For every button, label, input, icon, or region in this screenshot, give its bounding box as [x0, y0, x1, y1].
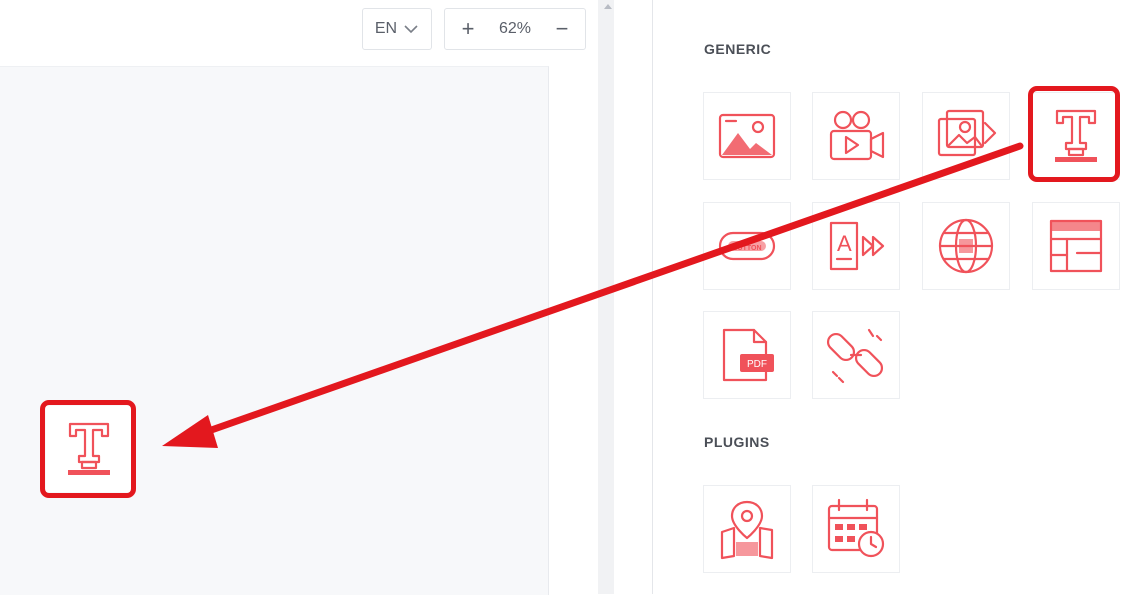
- editor-canvas[interactable]: [0, 66, 549, 595]
- zoom-out-button[interactable]: −: [549, 16, 575, 42]
- text-icon: [1055, 109, 1097, 162]
- generic-section-title: GENERIC: [704, 41, 772, 57]
- pdf-icon-label: PDF: [747, 359, 767, 370]
- language-selector[interactable]: EN: [362, 8, 432, 50]
- slideshow-icon: [937, 109, 997, 157]
- zoom-in-button[interactable]: +: [455, 16, 481, 42]
- text-widget[interactable]: [1032, 92, 1120, 180]
- video-widget[interactable]: [812, 92, 900, 180]
- zoom-level: 62%: [498, 20, 532, 37]
- audio-text-widget[interactable]: A: [812, 202, 900, 290]
- pdf-widget[interactable]: PDF: [703, 311, 791, 399]
- image-icon: [718, 113, 776, 159]
- calendar-plugin-widget[interactable]: [812, 485, 900, 573]
- map-pin-icon: [720, 500, 774, 560]
- dragged-text-widget[interactable]: [46, 406, 132, 492]
- scroll-up-arrow-icon[interactable]: [604, 4, 612, 9]
- website-widget[interactable]: [922, 202, 1010, 290]
- editor-area: EN + 62% −: [0, 0, 652, 595]
- zoom-control: + 62% −: [444, 8, 586, 50]
- pdf-icon: PDF: [722, 328, 774, 382]
- image-widget[interactable]: [703, 92, 791, 180]
- language-label: EN: [374, 20, 398, 37]
- chevron-down-icon: [404, 25, 418, 34]
- vertical-scrollbar[interactable]: [598, 0, 614, 594]
- map-plugin-widget[interactable]: [703, 485, 791, 573]
- link-icon: [826, 328, 884, 384]
- layout-widget[interactable]: [1032, 202, 1120, 290]
- plugins-section-title: PLUGINS: [704, 434, 770, 450]
- audio-text-icon: A: [829, 221, 885, 271]
- layout-icon: [1049, 219, 1103, 273]
- video-camera-icon: [829, 110, 885, 161]
- link-widget[interactable]: [812, 311, 900, 399]
- slideshow-widget[interactable]: [922, 92, 1010, 180]
- calendar-icon: [827, 498, 885, 558]
- globe-icon: [938, 218, 994, 274]
- text-icon: [68, 422, 110, 475]
- button-widget[interactable]: BUTTON: [703, 202, 791, 290]
- audio-text-icon-label: A: [837, 231, 852, 256]
- button-icon-label: BUTTON: [732, 245, 761, 252]
- button-icon: BUTTON: [718, 231, 776, 261]
- panel-divider: [652, 0, 653, 594]
